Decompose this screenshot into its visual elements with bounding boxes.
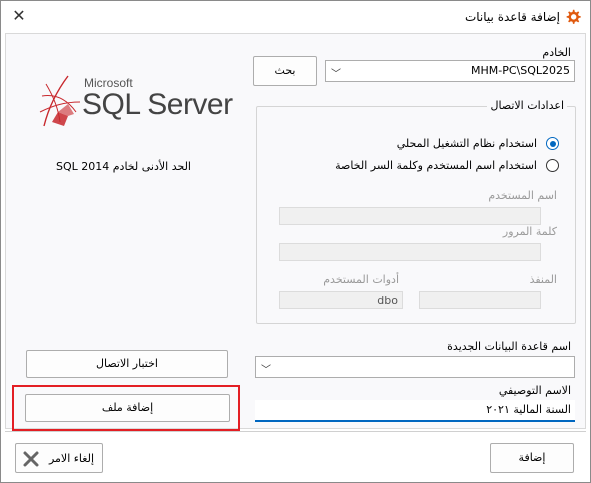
- gear-icon: [566, 9, 581, 24]
- chevron-down-icon: ﹀: [331, 69, 341, 80]
- test-connection-label: اختبار الاتصال: [96, 357, 158, 370]
- description-input[interactable]: السنة المالية ٢٠٢١: [255, 400, 575, 422]
- connection-group-title: اعدادات الاتصال: [487, 99, 567, 112]
- new-db-combobox[interactable]: ﹀: [255, 356, 575, 378]
- close-icon: ✕: [12, 6, 26, 25]
- user-tools-value: dbo: [377, 294, 398, 307]
- cancel-icon: [23, 451, 39, 467]
- password-label: كلمة المرور: [502, 225, 557, 238]
- add-button-label: إضافة: [518, 451, 546, 464]
- title-bar: إضافة قاعدة بيانات ✕: [1, 1, 590, 33]
- chevron-down-icon: ﹀: [261, 365, 271, 376]
- server-label: الخادم: [542, 46, 571, 59]
- sql-server-logo: Microsoft SQL Server: [34, 70, 234, 130]
- min-version-text: الحد الأدنى لخادم SQL 2014: [55, 160, 191, 173]
- radio-windows-auth[interactable]: [546, 137, 559, 150]
- port-label: المنفذ: [529, 273, 557, 286]
- add-database-dialog: إضافة قاعدة بيانات ✕ الخادم ﹀ MHM-PC\SQL…: [0, 0, 591, 483]
- logo-product: SQL Server: [82, 88, 233, 121]
- username-label: اسم المستخدم: [488, 189, 557, 202]
- username-input[interactable]: [279, 207, 541, 225]
- add-button[interactable]: إضافة: [490, 443, 574, 473]
- close-button[interactable]: ✕: [10, 7, 28, 25]
- window-title: إضافة قاعدة بيانات: [464, 10, 560, 24]
- dialog-footer: إلغاء الامر إضافة: [5, 431, 586, 479]
- port-input[interactable]: [419, 291, 541, 309]
- add-file-label: إضافة ملف: [101, 401, 154, 414]
- cancel-button[interactable]: إلغاء الامر: [15, 443, 103, 473]
- user-tools-input[interactable]: dbo: [279, 291, 403, 309]
- add-file-button[interactable]: إضافة ملف: [25, 394, 230, 422]
- user-tools-label: أدوات المستخدم: [323, 273, 399, 286]
- description-label: الاسم التوصيفي: [498, 384, 571, 397]
- connection-settings-group: اعدادات الاتصال استخدام نظام التشغيل الم…: [256, 99, 576, 324]
- cancel-button-label: إلغاء الامر: [48, 452, 94, 465]
- server-combobox[interactable]: ﹀ MHM-PC\SQL2025: [325, 60, 575, 82]
- radio-sql-auth[interactable]: [546, 159, 559, 172]
- sql-server-logo-icon: [39, 75, 81, 127]
- server-value: MHM-PC\SQL2025: [470, 64, 570, 77]
- new-db-label: اسم قاعدة البيانات الجديدة: [447, 340, 571, 353]
- radio-windows-auth-label[interactable]: استخدام نظام التشغيل المحلي: [397, 137, 537, 150]
- browse-button-label: بحث: [274, 64, 296, 77]
- description-value: السنة المالية ٢٠٢١: [486, 403, 571, 416]
- browse-button[interactable]: بحث: [253, 56, 317, 86]
- password-input[interactable]: [279, 243, 541, 261]
- dialog-body: الخادم ﹀ MHM-PC\SQL2025 بحث Microsoft SQ…: [5, 33, 586, 431]
- test-connection-button[interactable]: اختبار الاتصال: [26, 350, 228, 378]
- radio-sql-auth-label[interactable]: استخدام اسم المستخدم وكلمة السر الخاصة: [335, 159, 537, 172]
